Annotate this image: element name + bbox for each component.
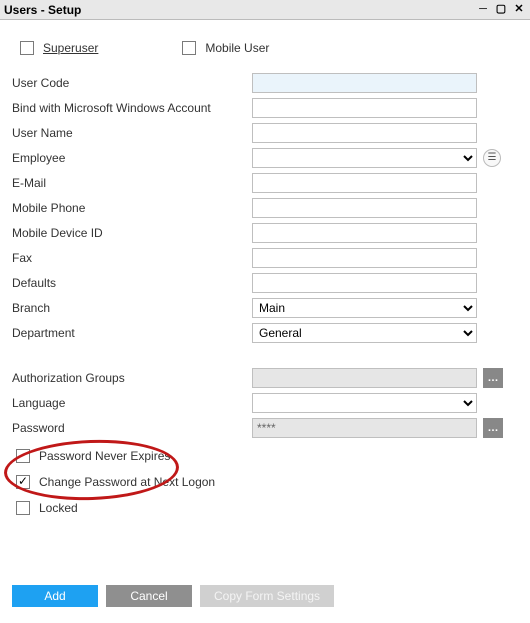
- defaults-label: Defaults: [12, 276, 252, 290]
- employee-detail-icon[interactable]: ☰: [483, 149, 501, 167]
- auth-groups-field: [252, 368, 477, 388]
- mobile-device-id-label: Mobile Device ID: [12, 226, 252, 240]
- email-label: E-Mail: [12, 176, 252, 190]
- defaults-input[interactable]: [252, 273, 477, 293]
- pwd-never-expires-input[interactable]: [16, 449, 30, 463]
- change-next-logon-input[interactable]: [16, 475, 30, 489]
- add-button[interactable]: Add: [12, 585, 98, 607]
- restore-icon[interactable]: ▢: [494, 3, 508, 17]
- language-select[interactable]: [252, 393, 477, 413]
- language-label: Language: [12, 396, 252, 410]
- pwd-never-expires-checkbox[interactable]: Password Never Expires: [12, 446, 518, 466]
- user-code-label: User Code: [12, 76, 252, 90]
- employee-label: Employee: [12, 151, 252, 165]
- window-controls: ─ ▢ ✕: [476, 3, 526, 17]
- bind-win-label: Bind with Microsoft Windows Account: [12, 101, 252, 115]
- branch-label: Branch: [12, 301, 252, 315]
- locked-label: Locked: [39, 501, 78, 515]
- auth-groups-browse-icon[interactable]: …: [483, 368, 503, 388]
- fax-input[interactable]: [252, 248, 477, 268]
- titlebar: Users - Setup ─ ▢ ✕: [0, 0, 530, 20]
- email-input[interactable]: [252, 173, 477, 193]
- superuser-checkbox[interactable]: Superuser: [16, 38, 98, 58]
- department-label: Department: [12, 326, 252, 340]
- locked-input[interactable]: [16, 501, 30, 515]
- fax-label: Fax: [12, 251, 252, 265]
- department-select[interactable]: General: [252, 323, 477, 343]
- bind-win-input[interactable]: [252, 98, 477, 118]
- superuser-input[interactable]: [20, 41, 34, 55]
- cancel-button[interactable]: Cancel: [106, 585, 192, 607]
- user-name-label: User Name: [12, 126, 252, 140]
- password-field: ****: [252, 418, 477, 438]
- superuser-label: Superuser: [43, 41, 98, 55]
- mobile-user-label: Mobile User: [205, 41, 269, 55]
- branch-select[interactable]: Main: [252, 298, 477, 318]
- mobile-phone-label: Mobile Phone: [12, 201, 252, 215]
- window-title: Users - Setup: [4, 3, 81, 17]
- mobile-device-id-input[interactable]: [252, 223, 477, 243]
- user-name-input[interactable]: [252, 123, 477, 143]
- copy-form-settings-button: Copy Form Settings: [200, 585, 334, 607]
- mobile-phone-input[interactable]: [252, 198, 477, 218]
- password-browse-icon[interactable]: …: [483, 418, 503, 438]
- form-body: Superuser Mobile User User Code Bind wit…: [0, 20, 530, 623]
- change-next-logon-label: Change Password at Next Logon: [39, 475, 215, 489]
- minimize-icon[interactable]: ─: [476, 3, 490, 17]
- change-next-logon-checkbox[interactable]: Change Password at Next Logon: [12, 472, 518, 492]
- auth-groups-label: Authorization Groups: [12, 371, 252, 385]
- close-icon[interactable]: ✕: [512, 3, 526, 17]
- user-code-input[interactable]: [252, 73, 477, 93]
- password-label: Password: [12, 421, 252, 435]
- locked-checkbox[interactable]: Locked: [12, 498, 518, 518]
- mobile-user-checkbox[interactable]: Mobile User: [178, 38, 269, 58]
- employee-select[interactable]: [252, 148, 477, 168]
- mobile-user-input[interactable]: [182, 41, 196, 55]
- pwd-never-expires-label: Password Never Expires: [39, 449, 170, 463]
